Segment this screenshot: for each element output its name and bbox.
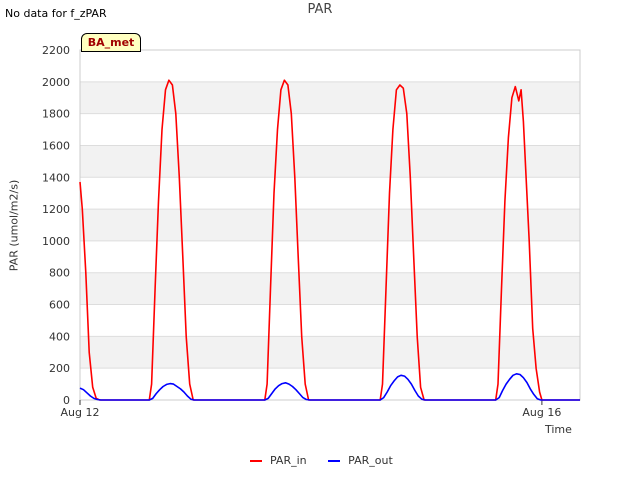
x-axis-ticks: Aug 12 Aug 16: [61, 400, 561, 419]
series-line-par-out: [79, 372, 580, 401]
y-axis-label: PAR (umol/m2/s): [7, 179, 21, 272]
legend-label-par-out: PAR_out: [348, 454, 393, 467]
y-tick-label: 400: [49, 330, 70, 343]
x-tick-label: Aug 16: [522, 406, 561, 419]
y-tick-label: 200: [49, 362, 70, 375]
y-tick-label: 1000: [42, 235, 70, 248]
y-tick-label: 1400: [42, 171, 70, 184]
x-axis-label: Time: [545, 423, 572, 436]
legend-label-par-in: PAR_in: [270, 454, 307, 467]
legend-item-par-out: PAR_out: [328, 454, 393, 467]
y-tick-label: 2000: [42, 76, 70, 89]
grid-band: [80, 336, 580, 369]
y-tick-label: 1200: [42, 203, 70, 216]
y-tick-label: 2200: [42, 44, 70, 57]
y-axis-ticks: 0200400600800100012001400160018002000220…: [42, 44, 70, 407]
y-tick-label: 1800: [42, 108, 70, 121]
legend-swatch-par-out: [328, 460, 341, 462]
y-tick-label: 600: [49, 299, 70, 312]
y-tick-label: 1600: [42, 139, 70, 152]
y-tick-label: 800: [49, 267, 70, 280]
grid-band: [80, 145, 580, 178]
grid-band: [80, 81, 580, 114]
x-tick-label: Aug 12: [61, 406, 100, 419]
legend-item-par-in: PAR_in: [250, 454, 307, 467]
site-badge: BA_met: [81, 33, 141, 52]
grid-bands: [80, 81, 580, 369]
legend: PAR_in PAR_out: [250, 454, 411, 467]
par-chart: 0200400600800100012001400160018002000220…: [42, 44, 581, 419]
legend-swatch-par-in: [250, 460, 262, 462]
